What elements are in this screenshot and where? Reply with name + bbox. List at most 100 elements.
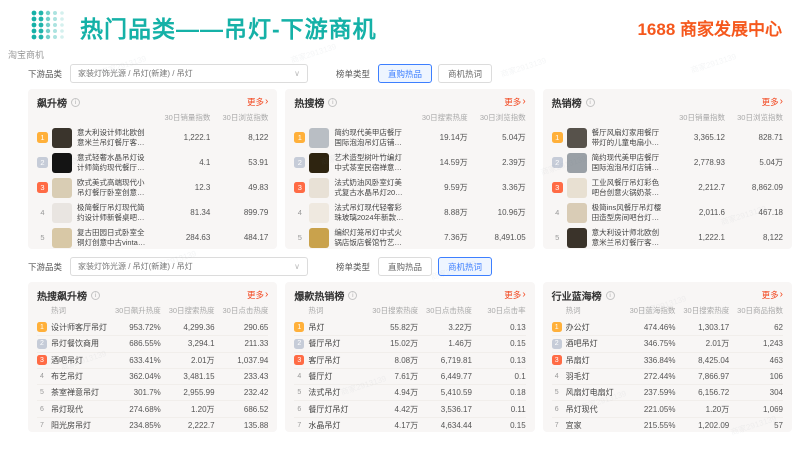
- keyword-panel-row: 热搜飙升榜 i 更多› 热词 30日飙升热度 30日搜索热度 30日点击热度 1…: [28, 282, 792, 432]
- metric-value-3: 463: [729, 356, 783, 365]
- panel-title: 热搜飙升榜: [37, 288, 87, 303]
- product-thumbnail: [52, 228, 72, 248]
- metric-value-2: 3,481.15: [161, 372, 215, 381]
- rank-badge: 1: [294, 322, 304, 332]
- product-row[interactable]: 5 复古田园日式卧室全铜灯创意中古vintage法式客厅设计师玻璃吊灯 284.…: [37, 225, 268, 250]
- metric-value-1: 2,778.93: [667, 158, 725, 167]
- metric-value-3: 304: [729, 388, 783, 397]
- more-link[interactable]: 更多›: [504, 289, 525, 301]
- metric-value-3: 0.11: [472, 405, 526, 414]
- keyword: 风扇灯电扇灯: [566, 387, 622, 398]
- product-thumbnail: [567, 228, 587, 248]
- metric-value-1: 2,212.7: [667, 183, 725, 192]
- page-header: 热门品类——吊灯-下游商机 1688 商家发展中心: [0, 0, 800, 46]
- info-icon: i: [328, 98, 337, 107]
- product-row[interactable]: 4 法式吊灯现代轻奢彩珠玻璃2024年新款客厅卧室餐厅奶油风灯具 8.88万 1…: [294, 200, 525, 225]
- product-row[interactable]: 2 简约现代美甲店餐厅国际泡泡吊灯店铺商用灯创意个性球形褶皱灯具 2,778.9…: [552, 150, 783, 175]
- column-header: 30日销量指数: [152, 112, 210, 123]
- product-row[interactable]: 2 艺术造型树叶竹编灯中式茶室民宿禅意灯日式餐厅民宿酒店竹艺吊灯 14.59万 …: [294, 150, 525, 175]
- rank-badge: 5: [294, 232, 305, 243]
- rank-badge: 3: [294, 355, 304, 365]
- product-row[interactable]: 4 极简餐厅吊灯现代简约设计师新餐桌吧台射灯创意轻奢一字长条灯具 81.34 8…: [37, 200, 268, 225]
- keyword: 吊灯现代: [566, 404, 622, 415]
- product-row[interactable]: 5 意大利设计师北欧创意米兰吊灯餐厅客厅卧室潮式样板纱玻璃吊灯 1,222.1 …: [552, 225, 783, 250]
- rank-badge: 1: [294, 132, 305, 143]
- chevron-right-icon: ›: [265, 291, 268, 299]
- product-row[interactable]: 3 工业风餐厅吊灯彩色吧台创意火锅奶茶店铺超市草头绳的理发店灯罩 2,212.7…: [552, 175, 783, 200]
- metric-value-2: 8,425.04: [675, 356, 729, 365]
- product-row[interactable]: 4 极简ins风餐厅吊灯樱田造型房间吧台灯创意个性设计师日式侘寂风 2,011.…: [552, 200, 783, 225]
- metric-value-3: 1,069: [729, 405, 783, 414]
- metric-value-1: 215.55%: [622, 421, 676, 430]
- chevron-right-icon: ›: [780, 98, 783, 106]
- rank-badge: 5: [552, 388, 562, 398]
- metric-value-1: 4.42万: [364, 404, 418, 415]
- product-thumbnail: [52, 203, 72, 223]
- metric-value-1: 8.88万: [410, 207, 468, 218]
- panel-hot-search-rank: 热搜榜 i 更多› 30日搜索热度 30日浏览指数 1 简约现代美甲店餐厅国际泡…: [285, 89, 534, 249]
- product-thumbnail: [567, 153, 587, 173]
- product-thumbnail: [52, 153, 72, 173]
- keyword: 水晶吊灯: [308, 420, 364, 431]
- rank-badge: 1: [37, 322, 47, 332]
- metric-value-2: 5,410.59: [418, 388, 472, 397]
- rank-type-label: 榜单类型: [336, 261, 370, 273]
- rank-type-button-keyword[interactable]: 商机热词: [438, 257, 492, 276]
- keyword-row: 6 餐厅灯吊灯 4.42万 3,536.17 0.11: [294, 400, 525, 416]
- product-row[interactable]: 1 简约现代美甲店餐厅国际泡泡吊灯店铺商用灯创意个性球形褶皱灯具 19.14万 …: [294, 125, 525, 150]
- product-title: 餐厅风扇灯家用餐厅带灯的儿童电扇小型卧室北欧吸顶灯: [592, 128, 667, 147]
- panel-title: 热搜榜: [294, 95, 324, 110]
- keyword: 布艺吊灯: [51, 371, 107, 382]
- keyword-row: 3 酒吧吊灯 633.41% 2.01万 1,037.94: [37, 352, 268, 368]
- metric-value-1: 234.85%: [107, 421, 161, 430]
- rank-type-button-direct-hot[interactable]: 直购热品: [378, 257, 432, 276]
- more-link[interactable]: 更多›: [762, 96, 783, 108]
- rank-badge: 5: [552, 232, 563, 243]
- more-link[interactable]: 更多›: [247, 289, 268, 301]
- metric-value-2: 3.36万: [468, 182, 526, 193]
- product-row[interactable]: 1 意大利设计师北欧创意米兰吊灯餐厅客厅卧室潮式样板纱玻璃吊灯 1,222.1 …: [37, 125, 268, 150]
- metric-value-1: 14.59万: [410, 157, 468, 168]
- metric-value-2: 1.46万: [418, 338, 472, 349]
- product-row[interactable]: 3 法式奶油风卧室灯美式复古水晶吊灯2024新款餐厅主卧餐厅中山灯具 9.59万…: [294, 175, 525, 200]
- panel-search-surge-rank: 热搜飙升榜 i 更多› 热词 30日飙升热度 30日搜索热度 30日点击热度 1…: [28, 282, 277, 432]
- metric-value-2: 2.39万: [468, 157, 526, 168]
- metric-value-2: 484.17: [210, 233, 268, 242]
- column-header: 30日搜索热度: [675, 305, 729, 316]
- product-title: 法式吊灯现代轻奢彩珠玻璃2024年新款客厅卧室餐厅奶油风灯具: [334, 203, 409, 222]
- more-link[interactable]: 更多›: [762, 289, 783, 301]
- product-row[interactable]: 1 餐厅风扇灯家用餐厅带灯的儿童电扇小型卧室北欧吸顶灯 3,365.12 828…: [552, 125, 783, 150]
- rank-type-button-direct-hot[interactable]: 直购热品: [378, 64, 432, 83]
- keyword: 吊灯现代: [51, 404, 107, 415]
- more-link[interactable]: 更多›: [247, 96, 268, 108]
- product-row[interactable]: 5 编织灯笼吊灯中式火锅店饭店餐馆竹艺灯店铺商用民宿茶室日式灯具 7.36万 8…: [294, 225, 525, 250]
- metric-value-2: 8,122: [210, 133, 268, 142]
- metric-value-1: 1,222.1: [667, 233, 725, 242]
- rank-type-button-keyword[interactable]: 商机热词: [438, 64, 492, 83]
- metric-value-1: 9.59万: [410, 182, 468, 193]
- chevron-down-icon: ∨: [294, 69, 300, 78]
- category-select[interactable]: 家装灯饰光源 / 吊灯(新建) / 吊灯 ∨: [70, 64, 308, 83]
- metric-value-3: 0.18: [472, 388, 526, 397]
- panel-title: 热销榜: [552, 95, 582, 110]
- product-row[interactable]: 2 意式轻奢水晶吊灯设计师简约现代餐厅灯创意大气别墅豪宅酒店餐厅灯 4.1 53…: [37, 150, 268, 175]
- metric-value-1: 3,365.12: [667, 133, 725, 142]
- more-link[interactable]: 更多›: [504, 96, 525, 108]
- metric-value-3: 211.33: [215, 339, 269, 348]
- panel-bestseller-keyword-rank: 爆款热销榜 i 更多› 热词 30日搜索热度 30日点击热度 30日点击率 1 …: [285, 282, 534, 432]
- rank-badge: 2: [294, 339, 304, 349]
- metric-value-1: 633.41%: [107, 356, 161, 365]
- product-title: 欧式美式高端现代小吊灯餐厅卧室创意个性北欧玉石水晶复古灯具: [77, 178, 152, 197]
- keyword-row: 4 羽毛灯 272.44% 7,866.97 106: [552, 368, 783, 384]
- metric-value-2: 8,862.09: [725, 183, 783, 192]
- rank-badge: 2: [552, 157, 563, 168]
- keyword-row: 7 水晶吊灯 4.17万 4,634.44 0.15: [294, 417, 525, 433]
- product-row[interactable]: 3 欧式美式高端现代小吊灯餐厅卧室创意个性北欧玉石水晶复古灯具 12.3 49.…: [37, 175, 268, 200]
- category-select[interactable]: 家装灯饰光源 / 吊灯(新建) / 吊灯 ∨: [70, 257, 308, 276]
- column-header: 热词: [37, 305, 107, 316]
- metric-value-1: 336.84%: [622, 356, 676, 365]
- rank-badge: 1: [552, 132, 563, 143]
- info-icon: i: [91, 291, 100, 300]
- column-header: 30日销量指数: [667, 112, 725, 123]
- product-title: 意大利设计师北欧创意米兰吊灯餐厅客厅卧室潮式样板纱玻璃吊灯: [592, 228, 667, 247]
